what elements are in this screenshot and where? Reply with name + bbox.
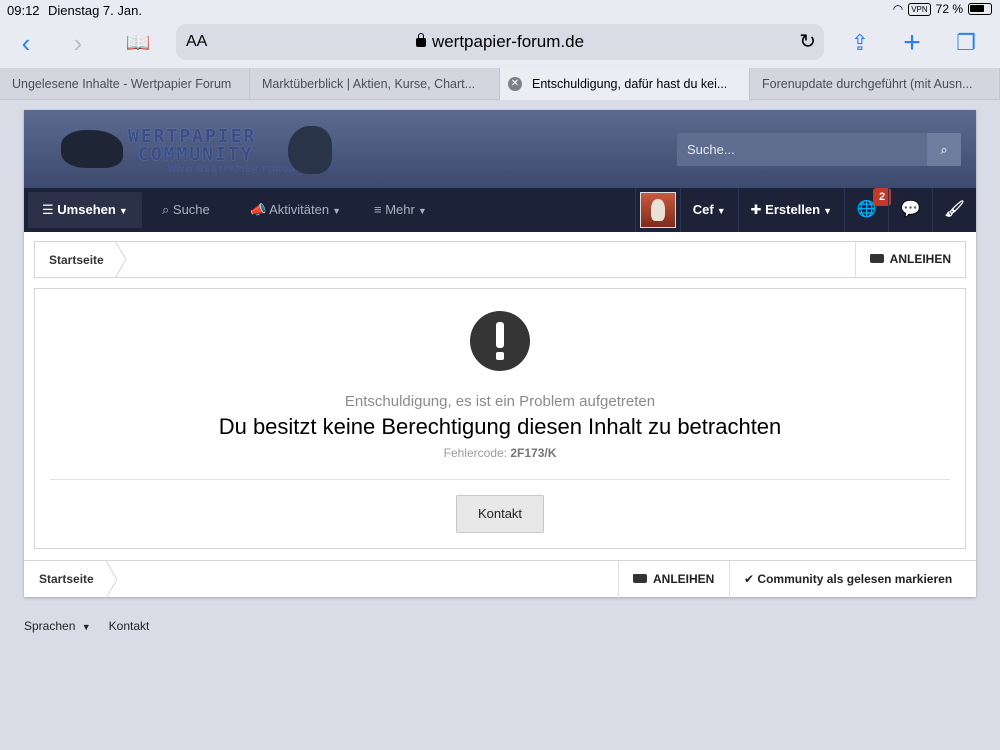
divider bbox=[50, 479, 950, 480]
caret-down-icon: ▼ bbox=[332, 206, 341, 216]
create-menu[interactable]: ✚ Erstellen ▼ bbox=[737, 188, 844, 232]
wifi-icon: ◠ bbox=[892, 2, 904, 16]
logo-text-2: COMMUNITY bbox=[138, 144, 254, 165]
error-subtitle: Entschuldigung, es ist ein Problem aufge… bbox=[344, 393, 656, 410]
theme-button[interactable]: 🖌 bbox=[932, 188, 976, 232]
caret-down-icon: ▼ bbox=[417, 206, 427, 216]
logo-subtext: WWW.WERTPAPIER-FORUM.DE bbox=[168, 165, 313, 174]
list-icon: ☰ bbox=[42, 202, 54, 217]
messages-button[interactable]: 💬 bbox=[888, 188, 932, 232]
bottom-breadcrumb-chevron-icon bbox=[106, 561, 118, 598]
page-footer: Sprachen ▼ Kontakt bbox=[24, 619, 149, 633]
nav-aktivitaeten[interactable]: 📣 Aktivitäten ▼ bbox=[250, 192, 341, 228]
languages-menu[interactable]: Sprachen ▼ bbox=[24, 619, 91, 633]
lock-icon bbox=[415, 33, 426, 47]
forum-page: WERTPAPIER COMMUNITY WWW.WERTPAPIER-FORU… bbox=[24, 110, 976, 598]
brush-icon: 🖌 bbox=[944, 201, 965, 218]
nav-umsehen[interactable]: ☰ Umsehen ▼ bbox=[28, 192, 142, 228]
nav-mehr-label: Mehr bbox=[385, 202, 415, 217]
nav-mehr[interactable]: ≡ Mehr ▼ bbox=[374, 192, 427, 228]
folder-icon bbox=[869, 254, 884, 263]
search-icon[interactable]: ⌕ bbox=[927, 133, 961, 166]
browser-toolbar: ‹ › 📖 AA wertpapier-forum.de ↻ ⇪ + ❐ bbox=[0, 20, 1000, 68]
error-code-value: 2F173/K bbox=[510, 446, 557, 460]
breadcrumb-anleihen-label: ANLEIHEN bbox=[889, 252, 951, 266]
caret-down-icon: ▼ bbox=[81, 622, 91, 632]
error-code-label: Fehlercode: bbox=[443, 446, 507, 460]
vpn-icon: VPN bbox=[908, 2, 931, 16]
status-time: 09:12 bbox=[7, 3, 40, 18]
site-logo[interactable]: WERTPAPIER COMMUNITY WWW.WERTPAPIER-FORU… bbox=[56, 122, 356, 182]
main-nav: ☰ Umsehen ▼ ⌕ Suche 📣 Aktivitäten ▼ ≡ Mehr… bbox=[24, 188, 976, 232]
breadcrumb-anleihen[interactable]: ANLEIHEN bbox=[854, 242, 965, 277]
user-menu[interactable]: Cef ▼ bbox=[679, 188, 738, 232]
share-icon[interactable]: ⇪ bbox=[844, 28, 876, 60]
caret-down-icon: ▼ bbox=[716, 206, 726, 216]
menu-icon: ≡ bbox=[374, 202, 382, 217]
tab-marktueberblick[interactable]: Marktüberblick | Aktien, Kurse, Chart... bbox=[250, 68, 500, 100]
breadcrumb-home[interactable]: Startseite bbox=[49, 253, 104, 267]
user-avatar-cell[interactable] bbox=[634, 188, 680, 232]
nav-aktivitaeten-label: Aktivitäten bbox=[269, 202, 330, 217]
tab-ungelesene[interactable]: Ungelesene Inhalte - Wertpapier Forum bbox=[0, 68, 250, 100]
tab-entschuldigung[interactable]: ✕ Entschuldigung, dafür hast du kei... bbox=[500, 68, 750, 100]
nav-suche-label: Suche bbox=[172, 202, 210, 217]
new-tab-icon[interactable]: + bbox=[896, 28, 928, 60]
error-title: Du besitzt keine Berechtigung diesen Inh… bbox=[218, 414, 782, 439]
contact-button[interactable]: Kontakt bbox=[456, 495, 544, 533]
bottom-breadcrumb-home[interactable]: Startseite bbox=[39, 572, 94, 586]
search-small-icon: ⌕ bbox=[162, 202, 170, 217]
plus-icon: ✚ bbox=[750, 202, 762, 217]
battery-icon bbox=[968, 3, 992, 15]
footer-contact-link[interactable]: Kontakt bbox=[109, 619, 150, 633]
breadcrumb: Startseite ANLEIHEN bbox=[34, 241, 966, 278]
exclamation-icon bbox=[470, 311, 530, 371]
reload-icon[interactable]: ↻ bbox=[799, 29, 816, 54]
bottom-anleihen-label: ANLEIHEN bbox=[653, 572, 715, 586]
close-tab-icon[interactable]: ✕ bbox=[508, 77, 522, 91]
caret-down-icon: ▼ bbox=[118, 206, 128, 216]
error-code: Fehlercode: 2F173/K bbox=[35, 446, 965, 460]
megaphone-icon: 📣 bbox=[250, 202, 267, 217]
battery-percent: 72 % bbox=[935, 2, 963, 16]
address-bar[interactable]: AA wertpapier-forum.de ↻ bbox=[176, 24, 824, 60]
search-input[interactable]: Suche... ⌕ bbox=[677, 133, 961, 166]
breadcrumb-chevron-icon bbox=[115, 241, 127, 278]
tabs-overview-icon[interactable]: ❐ bbox=[950, 28, 982, 60]
user-name: Cef bbox=[692, 202, 714, 217]
nav-suche[interactable]: ⌕ Suche bbox=[162, 192, 210, 228]
checkmark-icon: ✔ bbox=[744, 572, 755, 586]
create-label: Erstellen bbox=[765, 202, 821, 217]
bear-icon bbox=[288, 126, 332, 174]
bookmarks-icon[interactable]: 📖 bbox=[122, 28, 154, 60]
status-right: ◠ VPN 72 % bbox=[893, 2, 992, 16]
chat-bubbles-icon: 💬 bbox=[900, 201, 921, 218]
search-placeholder: Suche... bbox=[687, 142, 735, 157]
notifications-button[interactable]: 🌐 2 bbox=[844, 188, 891, 232]
tab-forenupdate[interactable]: Forenupdate durchgeführt (mit Ausn... bbox=[750, 68, 1000, 100]
status-date: Dienstag 7. Jan. bbox=[48, 3, 142, 18]
bottom-anleihen-link[interactable]: ANLEIHEN bbox=[618, 561, 728, 598]
bull-icon bbox=[61, 130, 123, 168]
back-icon[interactable]: ‹ bbox=[10, 28, 42, 60]
status-bar: 09:12 Dienstag 7. Jan. ◠ VPN 72 % bbox=[0, 0, 1000, 20]
bottom-breadcrumb: Startseite ANLEIHEN ✔ Community als gele… bbox=[24, 560, 976, 598]
languages-label: Sprachen bbox=[24, 619, 76, 633]
tab-bar: Ungelesene Inhalte - Wertpapier Forum Ma… bbox=[0, 68, 1000, 100]
nav-user-area: Cef ▼ ✚ Erstellen ▼ 🌐 2 💬 🖌 bbox=[634, 188, 976, 232]
caret-down-icon: ▼ bbox=[823, 206, 832, 216]
mark-read-link[interactable]: ✔ Community als gelesen markieren bbox=[729, 561, 966, 598]
url-text: wertpapier-forum.de bbox=[176, 32, 824, 52]
forward-icon[interactable]: › bbox=[62, 28, 94, 60]
url-label: wertpapier-forum.de bbox=[431, 32, 585, 51]
mark-read-label: Community als gelesen markieren bbox=[757, 572, 953, 586]
tab-entschuldigung-label: Entschuldigung, dafür hast du kei... bbox=[532, 77, 728, 91]
error-panel: Entschuldigung, es ist ein Problem aufge… bbox=[34, 288, 966, 549]
nav-umsehen-label: Umsehen bbox=[57, 202, 116, 217]
avatar[interactable] bbox=[639, 192, 676, 228]
folder-icon bbox=[633, 574, 647, 583]
header-banner: WERTPAPIER COMMUNITY WWW.WERTPAPIER-FORU… bbox=[24, 110, 976, 188]
